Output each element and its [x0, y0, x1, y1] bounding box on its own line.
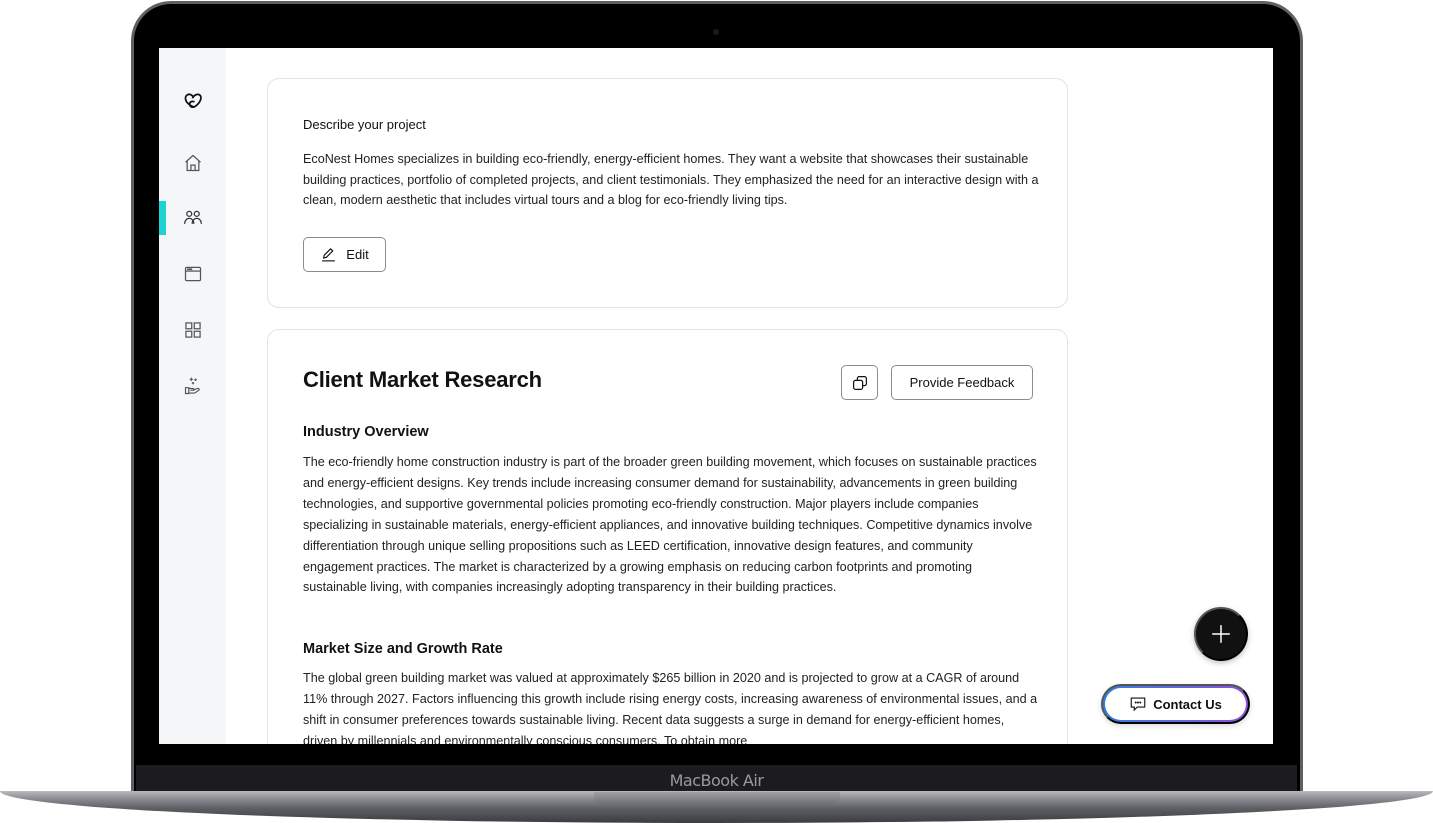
section-body-market-size: The global green building market was val…	[303, 671, 1038, 744]
sidebar-item-apps[interactable]	[159, 313, 226, 347]
home-icon	[184, 154, 201, 172]
sidebar-item-clients[interactable]	[159, 201, 226, 235]
chat-icon	[1130, 697, 1146, 712]
hand-sparkles-icon	[184, 377, 200, 395]
edit-label: Edit	[346, 247, 369, 262]
godaddy-logo-icon	[184, 93, 202, 109]
project-description: EcoNest Homes specializes in building ec…	[303, 152, 1039, 208]
project-label: Describe your project	[303, 117, 426, 132]
device-label: MacBook Air	[669, 770, 764, 790]
add-button[interactable]	[1194, 607, 1248, 661]
camera	[713, 29, 719, 35]
section-heading-industry-overview: Industry Overview	[303, 424, 429, 440]
users-icon	[183, 210, 202, 224]
contact-us-label: Contact Us	[1153, 696, 1222, 712]
grid-icon	[184, 322, 201, 338]
provide-feedback-button[interactable]: Provide Feedback	[891, 365, 1033, 400]
sidebar-item-websites[interactable]	[159, 257, 226, 291]
sidebar-item-logo[interactable]	[159, 83, 226, 117]
app-screen: Describe your project EcoNest Homes spec…	[159, 48, 1273, 744]
copy-icon	[852, 375, 867, 390]
browser-window-icon	[184, 266, 201, 282]
section-body-industry-overview: The eco-friendly home construction indus…	[303, 455, 1037, 595]
contact-us-inner: Contact Us	[1105, 688, 1246, 720]
project-description-card: Describe your project EcoNest Homes spec…	[267, 78, 1068, 308]
research-title: Client Market Research	[303, 367, 542, 392]
pencil-icon	[322, 248, 336, 262]
edit-button[interactable]: Edit	[303, 237, 386, 272]
sidebar-item-offers[interactable]	[159, 369, 226, 403]
market-research-card: Client Market Research Provide Feedback …	[267, 329, 1068, 744]
laptop-notch	[594, 792, 840, 804]
contact-us-button[interactable]: Contact Us	[1101, 684, 1250, 724]
plus-icon	[1212, 625, 1230, 643]
section-heading-market-size: Market Size and Growth Rate	[303, 641, 503, 657]
sidebar	[159, 48, 226, 744]
sidebar-item-home[interactable]	[159, 146, 226, 180]
copy-button[interactable]	[841, 365, 878, 400]
